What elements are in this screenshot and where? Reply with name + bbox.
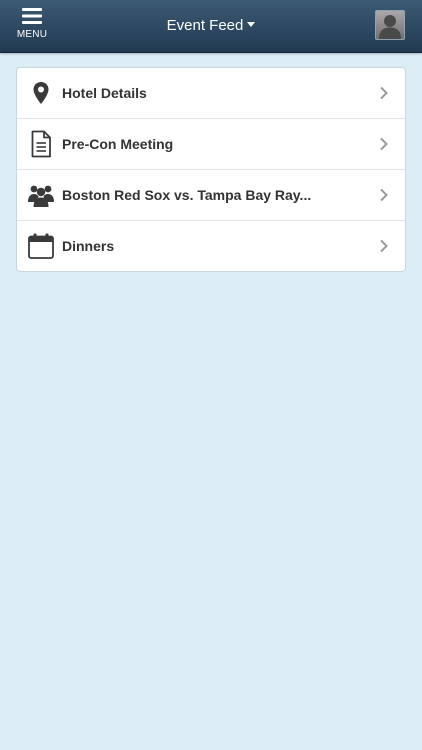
user-silhouette-icon: [379, 15, 401, 39]
list-item-pre-con-meeting[interactable]: Pre-Con Meeting: [17, 119, 405, 170]
document-icon: [31, 130, 51, 158]
page-title: Event Feed: [166, 17, 244, 34]
list-item-label: Pre-Con Meeting: [62, 136, 174, 152]
chevron-right-icon: [380, 137, 388, 151]
user-avatar-button[interactable]: [375, 10, 405, 40]
chevron-right-icon: [380, 188, 388, 202]
chevron-right-icon: [380, 86, 388, 100]
top-navbar: MENU Event Feed: [0, 0, 422, 53]
list-item-boston-red-sox[interactable]: Boston Red Sox vs. Tampa Bay Ray...: [17, 170, 405, 221]
list-item-dinners[interactable]: Dinners: [17, 221, 405, 271]
calendar-icon: [28, 233, 54, 259]
list-item-label: Dinners: [62, 238, 115, 254]
event-feed-list: Hotel Details Pre-Con Meeting Boston Red…: [16, 67, 406, 272]
list-item-label: Hotel Details: [62, 85, 147, 101]
chevron-right-icon: [380, 239, 388, 253]
map-marker-icon: [33, 82, 49, 104]
group-icon: [28, 185, 54, 207]
caret-down-icon: [247, 22, 256, 27]
list-item-hotel-details[interactable]: Hotel Details: [17, 68, 405, 119]
event-feed-dropdown[interactable]: Event Feed: [167, 17, 256, 34]
list-item-label: Boston Red Sox vs. Tampa Bay Ray...: [62, 187, 312, 203]
title-area: Event Feed: [0, 17, 422, 35]
